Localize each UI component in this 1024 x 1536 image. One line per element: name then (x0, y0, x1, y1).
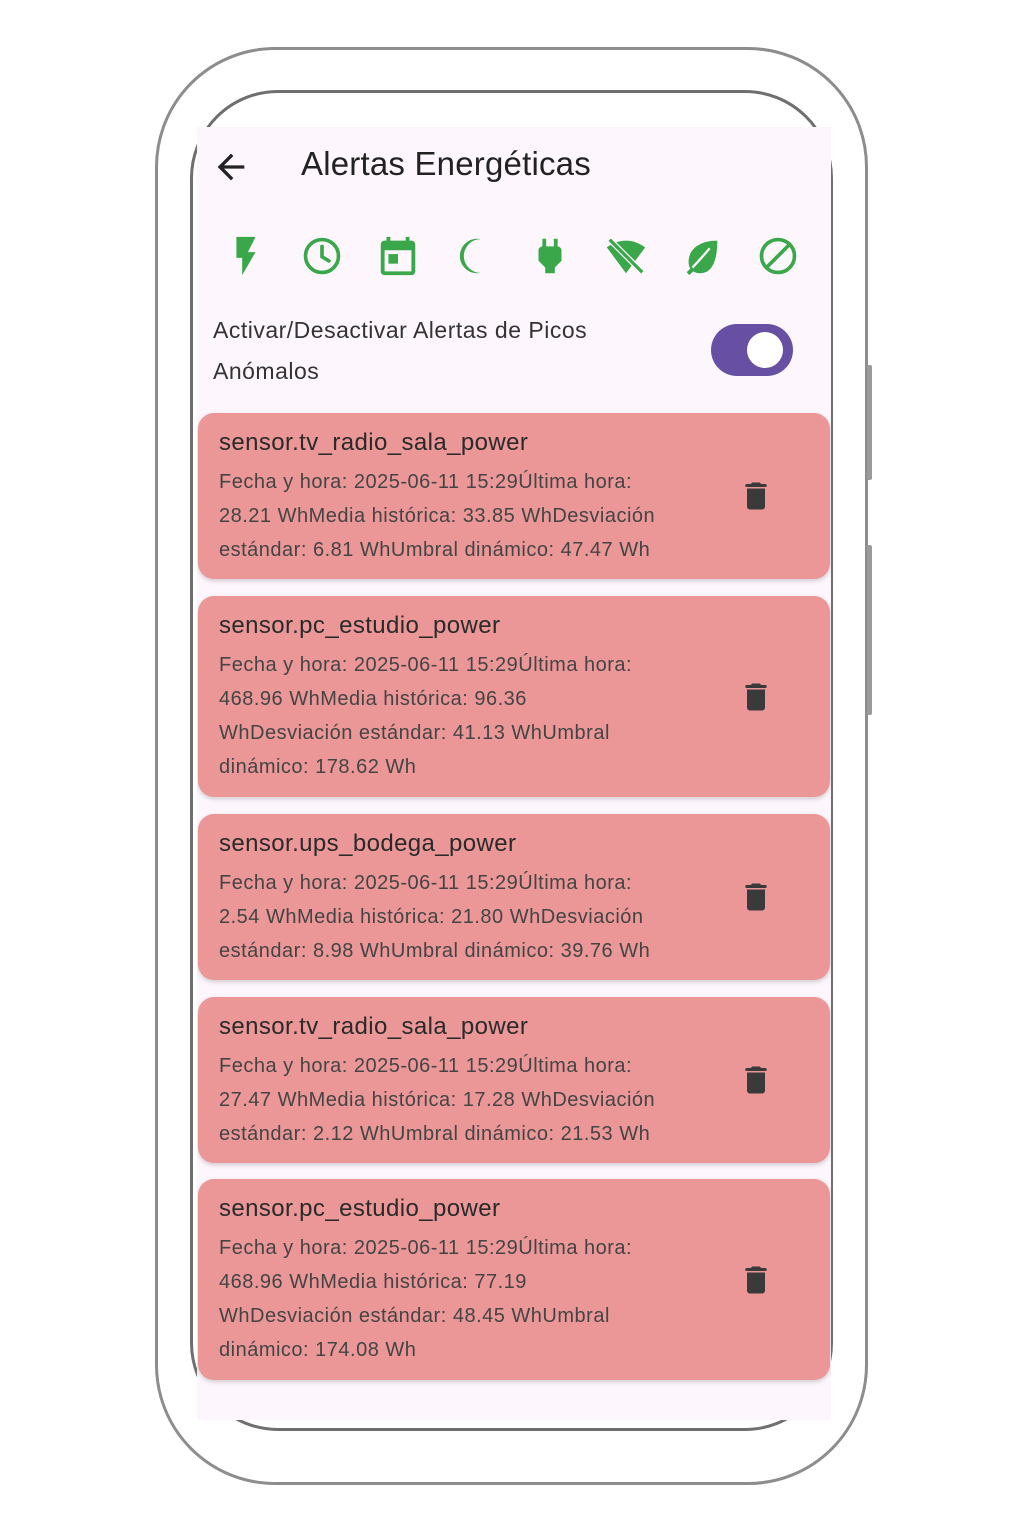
alert-details: Fecha y hora: 2025-06-11 15:29Última hor… (219, 1231, 709, 1367)
alert-card: sensor.pc_estudio_power Fecha y hora: 20… (198, 596, 830, 797)
alert-card: sensor.tv_radio_sala_power Fecha y hora:… (198, 997, 830, 1163)
delete-button[interactable] (738, 677, 774, 717)
app-screen: Alertas Energéticas Activar/Desactivar A… (197, 127, 831, 1420)
alert-detail-line: WhDesviación estándar: 48.45 WhUmbral (219, 1305, 610, 1327)
trash-icon (745, 1066, 767, 1094)
delete-button[interactable] (738, 476, 774, 516)
alert-sensor-name: sensor.ups_bodega_power (219, 830, 517, 857)
block-icon[interactable] (755, 233, 801, 279)
delete-button[interactable] (738, 1060, 774, 1100)
trash-icon (745, 883, 767, 911)
alert-sensor-name: sensor.tv_radio_sala_power (219, 1013, 529, 1040)
alert-detail-line: estándar: 2.12 WhUmbral dinámico: 21.53 … (219, 1123, 651, 1145)
alert-detail-line: 27.47 WhMedia histórica: 17.28 WhDesviac… (219, 1089, 656, 1111)
alert-detail-line: Fecha y hora: 2025-06-11 15:29Última hor… (219, 1055, 633, 1077)
alert-detail-line: 2.54 WhMedia histórica: 21.80 WhDesviaci… (219, 906, 644, 928)
alert-detail-line: estándar: 6.81 WhUmbral dinámico: 47.47 … (219, 539, 651, 561)
delete-button[interactable] (738, 1260, 774, 1300)
alert-detail-line: WhDesviación estándar: 41.13 WhUmbral (219, 722, 610, 744)
alert-sensor-name: sensor.tv_radio_sala_power (219, 429, 529, 456)
back-button[interactable] (211, 147, 251, 187)
alert-detail-line: 28.21 WhMedia histórica: 33.85 WhDesviac… (219, 505, 656, 527)
alert-detail-line: dinámico: 174.08 Wh (219, 1339, 417, 1361)
alert-details: Fecha y hora: 2025-06-11 15:29Última hor… (219, 465, 709, 567)
alert-details: Fecha y hora: 2025-06-11 15:29Última hor… (219, 866, 709, 968)
moon-icon[interactable] (451, 233, 497, 279)
clock-icon[interactable] (299, 233, 345, 279)
calendar-icon[interactable] (375, 233, 421, 279)
peak-alerts-toggle-row: Activar/Desactivar Alertas de Picos Anóm… (197, 310, 831, 390)
trash-icon (745, 683, 767, 711)
switch-thumb (747, 332, 783, 368)
alert-detail-line: Fecha y hora: 2025-06-11 15:29Última hor… (219, 1237, 633, 1259)
alert-detail-line: Fecha y hora: 2025-06-11 15:29Última hor… (219, 654, 633, 676)
alert-card: sensor.ups_bodega_power Fecha y hora: 20… (198, 814, 830, 980)
peak-alerts-switch[interactable] (711, 324, 793, 376)
toggle-label-line1: Activar/Desactivar Alertas de Picos (213, 317, 588, 343)
app-bar: Alertas Energéticas (197, 127, 831, 207)
plug-icon[interactable] (527, 233, 573, 279)
alert-card: sensor.tv_radio_sala_power Fecha y hora:… (198, 413, 830, 579)
arrow-back-icon (217, 153, 245, 181)
leaf-icon[interactable] (679, 233, 725, 279)
page-title: Alertas Energéticas (301, 145, 591, 182)
toggle-label-line2: Anómalos (213, 358, 320, 384)
alert-detail-line: 468.96 WhMedia histórica: 77.19 (219, 1271, 527, 1293)
volume-button (867, 365, 872, 480)
alert-detail-line: Fecha y hora: 2025-06-11 15:29Última hor… (219, 471, 633, 493)
toggle-label: Activar/Desactivar Alertas de Picos Anóm… (213, 310, 683, 392)
lightning-bolt-icon[interactable] (223, 233, 269, 279)
alert-sensor-name: sensor.pc_estudio_power (219, 612, 501, 639)
alert-detail-line: 468.96 WhMedia histórica: 96.36 (219, 688, 527, 710)
filter-icon-bar (197, 233, 831, 279)
delete-button[interactable] (738, 877, 774, 917)
alert-detail-line: estándar: 8.98 WhUmbral dinámico: 39.76 … (219, 940, 651, 962)
trash-icon (745, 1266, 767, 1294)
trash-icon (745, 482, 767, 510)
alert-details: Fecha y hora: 2025-06-11 15:29Última hor… (219, 1049, 709, 1151)
wifi-off-icon[interactable] (603, 233, 649, 279)
alert-card: sensor.pc_estudio_power Fecha y hora: 20… (198, 1179, 830, 1380)
alert-detail-line: Fecha y hora: 2025-06-11 15:29Última hor… (219, 872, 633, 894)
alert-details: Fecha y hora: 2025-06-11 15:29Última hor… (219, 648, 709, 784)
alert-sensor-name: sensor.pc_estudio_power (219, 1195, 501, 1222)
alert-detail-line: dinámico: 178.62 Wh (219, 756, 417, 778)
power-button (867, 545, 872, 715)
